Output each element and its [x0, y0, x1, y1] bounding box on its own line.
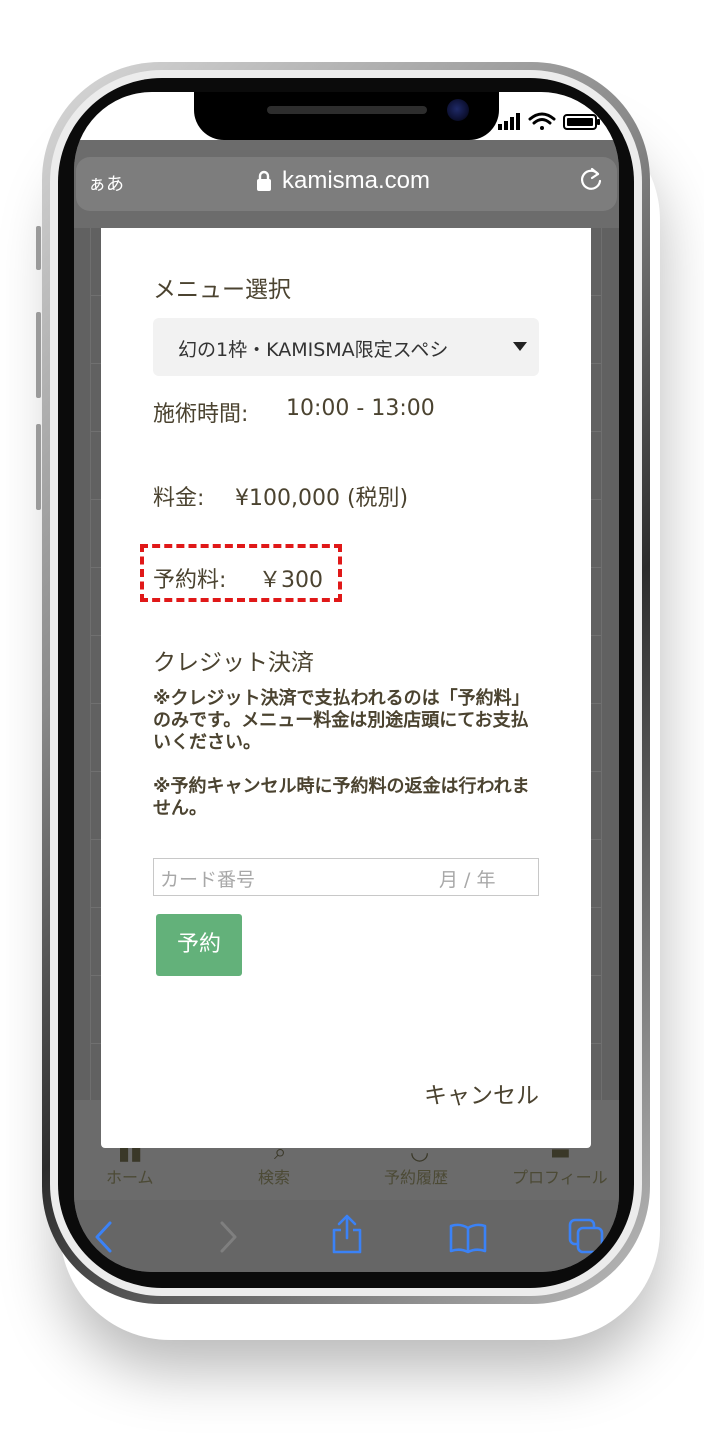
- signal-icon: [498, 113, 520, 130]
- phone-screen: ぁあ kamisma.com ▮▮ ⌕ ◡ ▬ ホーム 検索 予約履歴 プロフィ…: [74, 92, 619, 1272]
- wifi-icon: [528, 112, 556, 130]
- volume-down-button: [36, 424, 41, 510]
- menu-heading: メニュー選択: [153, 277, 291, 303]
- bookmarks-icon[interactable]: [448, 1222, 488, 1254]
- safari-toolbar: [74, 1200, 619, 1272]
- text-size-button[interactable]: ぁあ: [88, 170, 124, 196]
- browser-address-bar: ぁあ kamisma.com: [74, 140, 619, 228]
- fee-label: 料金:: [153, 486, 205, 511]
- card-number-placeholder: カード番号: [160, 869, 256, 891]
- fee-value: ¥100,000 (税別): [235, 486, 409, 511]
- tab-profile[interactable]: プロフィール: [512, 1164, 608, 1188]
- lock-icon: [257, 170, 271, 191]
- card-expiry-placeholder[interactable]: 月 / 年: [439, 865, 495, 892]
- reservation-modal: メニュー選択 幻の1枠・KAMISMA限定スペシ 施術時間: 10:00 - 1…: [101, 228, 591, 1148]
- tab-search[interactable]: 検索: [258, 1164, 290, 1188]
- cancel-link[interactable]: キャンセル: [424, 1076, 539, 1110]
- status-icons: [498, 112, 600, 130]
- card-number-field[interactable]: カード番号 月 / 年: [153, 858, 539, 896]
- battery-icon: [563, 114, 600, 130]
- tabs-icon[interactable]: [568, 1218, 604, 1254]
- forward-icon: [220, 1221, 237, 1253]
- reservation-fee-value: ￥300: [259, 568, 323, 593]
- treatment-time-label: 施術時間:: [153, 402, 249, 427]
- tab-history[interactable]: 予約履歴: [384, 1164, 448, 1188]
- payment-note: ※クレジット決済で支払われるのは「予約料」のみです。メニュー料金は別途店頭にてお…: [153, 688, 530, 753]
- url-text: kamisma.com: [282, 167, 431, 194]
- front-camera: [447, 99, 469, 121]
- tab-home[interactable]: ホーム: [106, 1164, 154, 1188]
- treatment-time-value: 10:00 - 13:00: [286, 396, 435, 421]
- menu-select[interactable]: 幻の1枠・KAMISMA限定スペシ: [153, 318, 539, 376]
- volume-up-button: [36, 312, 41, 398]
- status-bar: [74, 92, 619, 140]
- dropdown-arrow-icon: [513, 342, 527, 351]
- menu-select-value: 幻の1枠・KAMISMA限定スペシ: [178, 339, 449, 361]
- back-icon[interactable]: [92, 1220, 116, 1254]
- cancellation-note: ※予約キャンセル時に予約料の返金は行われません。: [153, 776, 530, 819]
- silent-switch: [36, 226, 41, 270]
- reserve-button[interactable]: 予約: [156, 914, 242, 976]
- credit-payment-heading: クレジット決済: [153, 650, 314, 676]
- speaker: [267, 106, 427, 114]
- reload-icon[interactable]: [578, 166, 604, 194]
- reservation-fee-label: 予約料:: [153, 568, 227, 593]
- share-icon[interactable]: [330, 1214, 364, 1254]
